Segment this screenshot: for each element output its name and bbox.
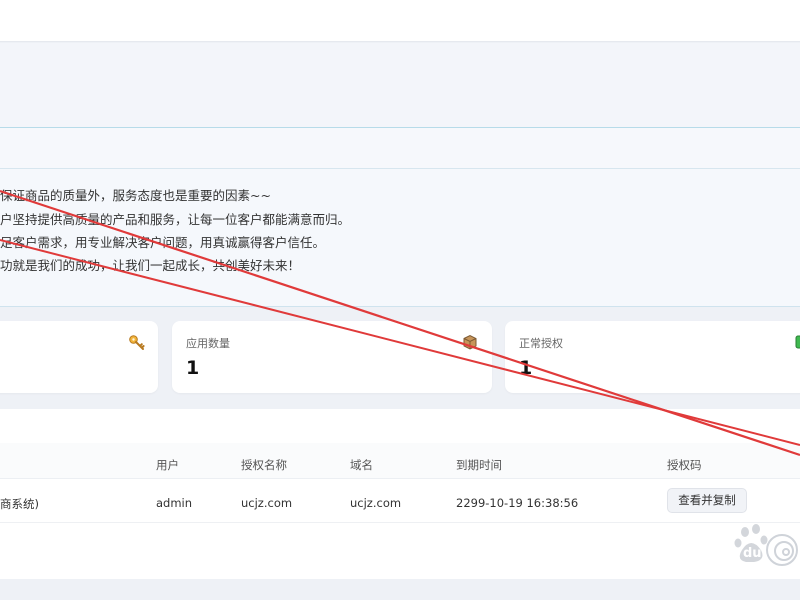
notice-line: 足客户需求，用专业解决客户问题，用真诚赢得客户信任。 [0,235,326,250]
banner-area [0,43,800,127]
key-icon [128,334,146,356]
watermark-text: du [743,546,762,561]
notice-header-strip [0,127,800,169]
box-icon [462,334,478,354]
card-title: 正常授权 [519,337,563,350]
card-title: 应用数量 [186,337,230,350]
view-and-copy-button[interactable]: 查看并复制 [667,488,747,513]
card-value: 1 [186,357,200,379]
check-icon [795,334,800,354]
license-table: 用户 授权名称 域名 到期时间 授权码 商系统) admin ucjz.com … [0,409,800,579]
cell-expire-time: 2299-10-19 16:38:56 [456,496,579,510]
card-value: 1 [519,357,533,379]
baidu-watermark: du [734,524,800,570]
row-divider [0,522,800,523]
stat-card-apps: 应用数量 1 [172,321,492,393]
column-header-auth-code: 授权码 [667,458,702,472]
notice-panel: 保证商品的质量外，服务态度也是重要的因素~~ 户坚持提供高质量的产品和服务，让每… [0,169,800,307]
cell-domain: ucjz.com [350,496,402,510]
cell-user: admin [156,496,193,510]
column-header-expire: 到期时间 [456,458,502,472]
stat-card-authorized: 正常授权 1 [505,321,800,393]
stat-card-key [0,321,158,393]
cell-app-name: 商系统) [0,497,39,511]
notice-line: 保证商品的质量外，服务态度也是重要的因素~~ [0,188,271,203]
column-header-domain: 域名 [350,458,373,472]
top-bar [0,0,800,42]
column-header-user: 用户 [156,458,179,472]
column-header-auth-name: 授权名称 [241,458,287,472]
cell-auth-name: ucjz.com [241,496,293,510]
notice-line: 功就是我们的成功，让我们一起成长，共创美好未来！ [0,258,301,273]
notice-line: 户坚持提供高质量的产品和服务，让每一位客户都能满意而归。 [0,212,351,227]
